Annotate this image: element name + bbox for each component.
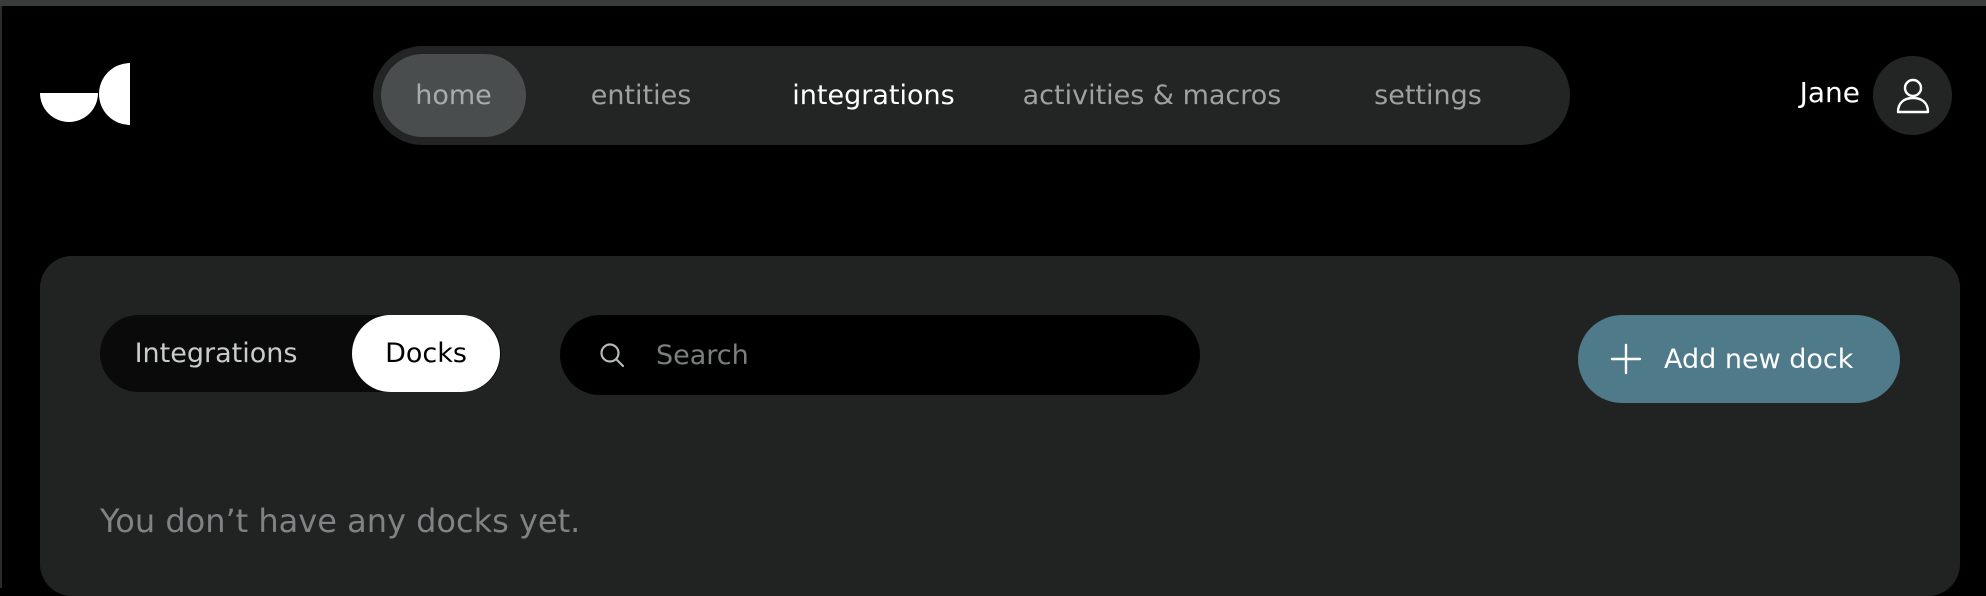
search-icon — [600, 343, 625, 368]
nav-home[interactable]: home — [381, 54, 526, 137]
app-logo — [40, 63, 130, 125]
content-panel: Integrations Docks Add new dock You don’… — [40, 256, 1960, 596]
add-new-dock-label: Add new dock — [1664, 343, 1854, 375]
window-left-edge — [0, 6, 2, 588]
nav-entities[interactable]: entities — [526, 54, 756, 137]
toggle-docks[interactable]: Docks — [352, 315, 500, 392]
plus-icon — [1610, 343, 1642, 375]
view-toggle: Integrations Docks — [100, 315, 501, 392]
main-nav: home entities integrations activities & … — [373, 46, 1570, 145]
window-top-edge — [0, 0, 1986, 6]
user-name: Jane — [1799, 76, 1860, 109]
empty-state-message: You don’t have any docks yet. — [100, 502, 581, 540]
search-box — [560, 315, 1200, 395]
user-icon — [1896, 78, 1929, 113]
toggle-integrations[interactable]: Integrations — [100, 315, 332, 392]
search-input[interactable] — [654, 325, 1200, 385]
user-avatar-button[interactable] — [1873, 56, 1952, 135]
nav-activities-macros[interactable]: activities & macros — [991, 54, 1313, 137]
nav-integrations[interactable]: integrations — [756, 54, 991, 137]
add-new-dock-button[interactable]: Add new dock — [1578, 315, 1900, 403]
nav-settings[interactable]: settings — [1313, 54, 1543, 137]
